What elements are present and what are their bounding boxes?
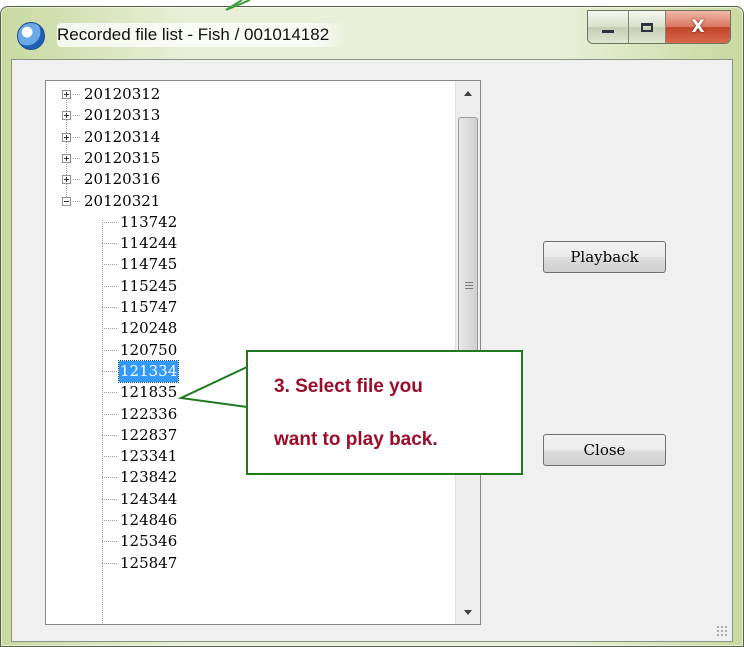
- instruction-callout: 3. Select file you want to play back.: [246, 350, 523, 475]
- callout-line-1: 3. Select file you: [274, 376, 423, 397]
- callout-pointer: [177, 0, 251, 409]
- callout-line-2: want to play back.: [274, 429, 438, 450]
